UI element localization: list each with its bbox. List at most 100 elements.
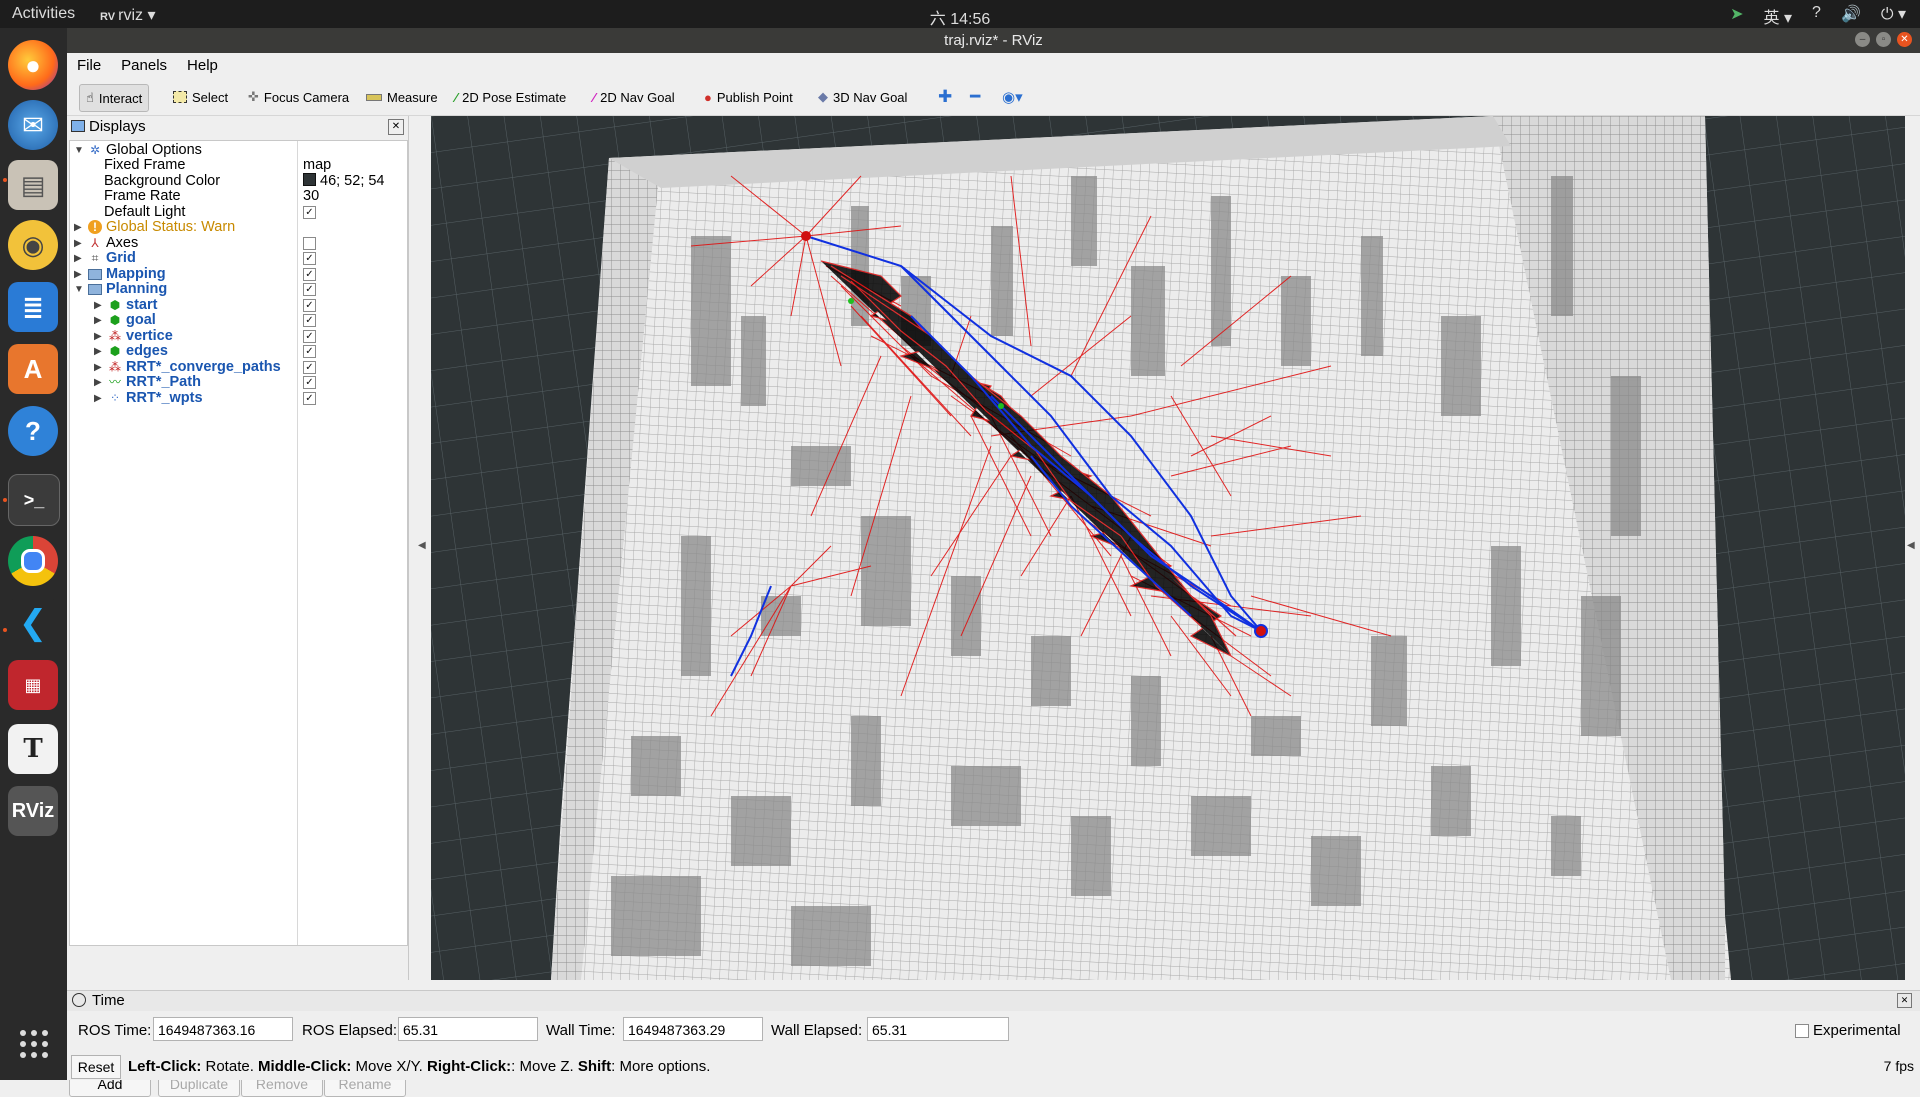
experimental-checkbox[interactable]	[1795, 1024, 1809, 1038]
window-controls: – ▫ ✕	[1855, 32, 1912, 47]
wall-elapsed-field[interactable]: 65.31	[867, 1017, 1009, 1041]
nav-goal-2d-tool[interactable]: ⁄ 2D Nav Goal	[587, 84, 681, 110]
power-icon[interactable]: ⏻ ▾	[1881, 4, 1906, 28]
gear-icon: ✲	[89, 142, 101, 157]
right-click-key: Right-Click:	[426, 1058, 512, 1075]
time-panel-title: Time	[92, 992, 125, 1009]
wall-time-field[interactable]: 1649487363.29	[623, 1017, 763, 1041]
software-center-icon[interactable]: A	[8, 344, 58, 394]
camera-type-icon[interactable]: ◉▾	[996, 84, 1029, 110]
vscode-icon[interactable]: ❮	[8, 598, 58, 648]
goal-checkbox[interactable]: ✓	[303, 314, 316, 327]
displays-header: Displays ✕	[67, 116, 408, 138]
measure-label: Measure	[387, 89, 438, 105]
green-arrow-icon: ⁄	[455, 89, 458, 105]
panel-close-icon[interactable]: ✕	[388, 119, 404, 135]
system-top-bar: Activities RV rviz ▾ 六 14:56 ➤ 英 ▾ ? 🔊 ⏻…	[0, 0, 1920, 28]
pose-estimate-label: 2D Pose Estimate	[462, 89, 567, 105]
dock: ● ✉ ▤ ◉ ≣ A ? >_ ❮ ▦ T RViz	[0, 28, 67, 1080]
help-icon[interactable]: ?	[8, 406, 58, 456]
show-applications-icon[interactable]	[20, 1030, 48, 1058]
network-icon[interactable]: ?	[1812, 4, 1821, 28]
collapse-right-handle[interactable]: ◀	[1907, 540, 1917, 560]
waypoint-marker	[998, 403, 1004, 409]
grid-checkbox[interactable]: ✓	[303, 252, 316, 265]
expand-right-icon[interactable]: ▶	[94, 389, 102, 408]
minimize-button[interactable]: –	[1855, 32, 1870, 47]
focus-camera-label: Focus Camera	[263, 89, 350, 105]
shift-key: Shift	[577, 1058, 612, 1075]
reset-button[interactable]: Reset	[71, 1055, 121, 1079]
nav-goal-3d-label: 3D Nav Goal	[833, 89, 908, 105]
folder-icon	[88, 282, 102, 296]
pose-estimate-tool[interactable]: ⁄ 2D Pose Estimate	[449, 84, 572, 110]
remove-tool-icon[interactable]: ━	[964, 84, 986, 110]
thunderbird-icon[interactable]: ✉	[8, 100, 58, 150]
ros-elapsed-field[interactable]: 65.31	[398, 1017, 538, 1041]
map-pin-icon: ●	[704, 89, 712, 105]
publish-point-tool[interactable]: ● Publish Point	[698, 84, 799, 110]
volume-icon[interactable]: 🔊	[1841, 4, 1861, 28]
measure-tool[interactable]: Measure	[360, 84, 444, 110]
focus-camera-tool[interactable]: ✜ Focus Camera	[242, 84, 355, 110]
screen-recorder-icon[interactable]: ▦	[8, 660, 58, 710]
select-tool[interactable]: Select	[167, 84, 234, 110]
move-z-text: : Move Z.	[511, 1058, 578, 1075]
close-button[interactable]: ✕	[1897, 32, 1912, 47]
publish-point-label: Publish Point	[716, 89, 793, 105]
displays-title: Displays	[89, 118, 146, 135]
point-cloud-icon: ⁘	[109, 390, 121, 405]
input-method-menu[interactable]: 英 ▾	[1764, 4, 1792, 28]
select-box-icon	[173, 91, 187, 103]
rviz-icon[interactable]: RViz	[8, 786, 58, 836]
terminal-icon[interactable]: >_	[8, 474, 60, 526]
menu-file[interactable]: File	[67, 53, 111, 74]
rrt-path-checkbox[interactable]: ✓	[303, 376, 316, 389]
3d-render-view[interactable]	[431, 116, 1905, 980]
displays-tree[interactable]: ▼ ✲ Global Options Fixed Frame map Backg…	[69, 140, 408, 946]
rrt-wpts-checkbox[interactable]: ✓	[303, 392, 316, 405]
diamond-icon: ◆	[818, 89, 828, 104]
typora-icon[interactable]: T	[8, 724, 58, 774]
chrome-icon[interactable]	[8, 536, 58, 586]
green-cube-icon: ⬢	[109, 343, 121, 358]
tree-row-rrt-wpts[interactable]: ▶ ⁘ RRT*_wpts ✓	[70, 389, 407, 408]
files-icon[interactable]: ▤	[8, 160, 58, 210]
collapse-left-handle[interactable]: ◀	[418, 540, 428, 560]
grid-icon: ⌗	[91, 250, 99, 265]
middle-click-key: Middle-Click:	[258, 1058, 352, 1075]
goal-marker	[1254, 624, 1268, 638]
select-label: Select	[192, 89, 229, 105]
wall-elapsed-label: Wall Elapsed:	[771, 1022, 863, 1039]
clock-icon	[72, 993, 86, 1007]
time-panel: ROS Time: 1649487363.16 ROS Elapsed: 65.…	[67, 1011, 1920, 1051]
rhythmbox-icon[interactable]: ◉	[8, 220, 58, 270]
ros-time-field[interactable]: 1649487363.16	[153, 1017, 293, 1041]
3d-scene[interactable]	[431, 116, 1905, 980]
planning-checkbox[interactable]: ✓	[303, 283, 316, 296]
ruler-icon	[366, 93, 382, 101]
window-title: traj.rviz* - RViz	[944, 32, 1043, 49]
edges-checkbox[interactable]: ✓	[303, 345, 316, 358]
add-tool-icon[interactable]: ✚	[932, 84, 958, 110]
warning-icon: !	[88, 220, 102, 234]
menu-panels[interactable]: Panels	[111, 53, 177, 74]
clock[interactable]: 六 14:56	[0, 5, 1920, 29]
telegram-icon[interactable]: ➤	[1730, 4, 1743, 28]
firefox-icon[interactable]: ●	[8, 40, 58, 90]
interact-tool[interactable]: ☝ Interact	[79, 84, 150, 112]
fps-counter: 7 fps	[1883, 1058, 1914, 1074]
hand-icon: ☝	[86, 90, 94, 105]
menu-help[interactable]: Help	[177, 53, 228, 74]
system-tray: ➤ 英 ▾ ? 🔊 ⏻ ▾	[1730, 4, 1906, 28]
magenta-arrow-icon: ⁄	[593, 89, 596, 105]
writer-icon[interactable]: ≣	[8, 282, 58, 332]
start-marker	[801, 231, 811, 241]
maximize-button[interactable]: ▫	[1876, 32, 1891, 47]
nav-goal-3d-tool[interactable]: ◆ 3D Nav Goal	[812, 84, 913, 110]
window-title-bar[interactable]: traj.rviz* - RViz – ▫ ✕	[67, 28, 1920, 53]
left-click-key: Left-Click:	[128, 1058, 202, 1075]
panel-close-icon[interactable]: ✕	[1897, 993, 1912, 1008]
displays-panel: Displays ✕ ▼ ✲ Global Options Fixed Fram…	[67, 116, 409, 1097]
crosshair-icon: ✜	[248, 89, 259, 104]
